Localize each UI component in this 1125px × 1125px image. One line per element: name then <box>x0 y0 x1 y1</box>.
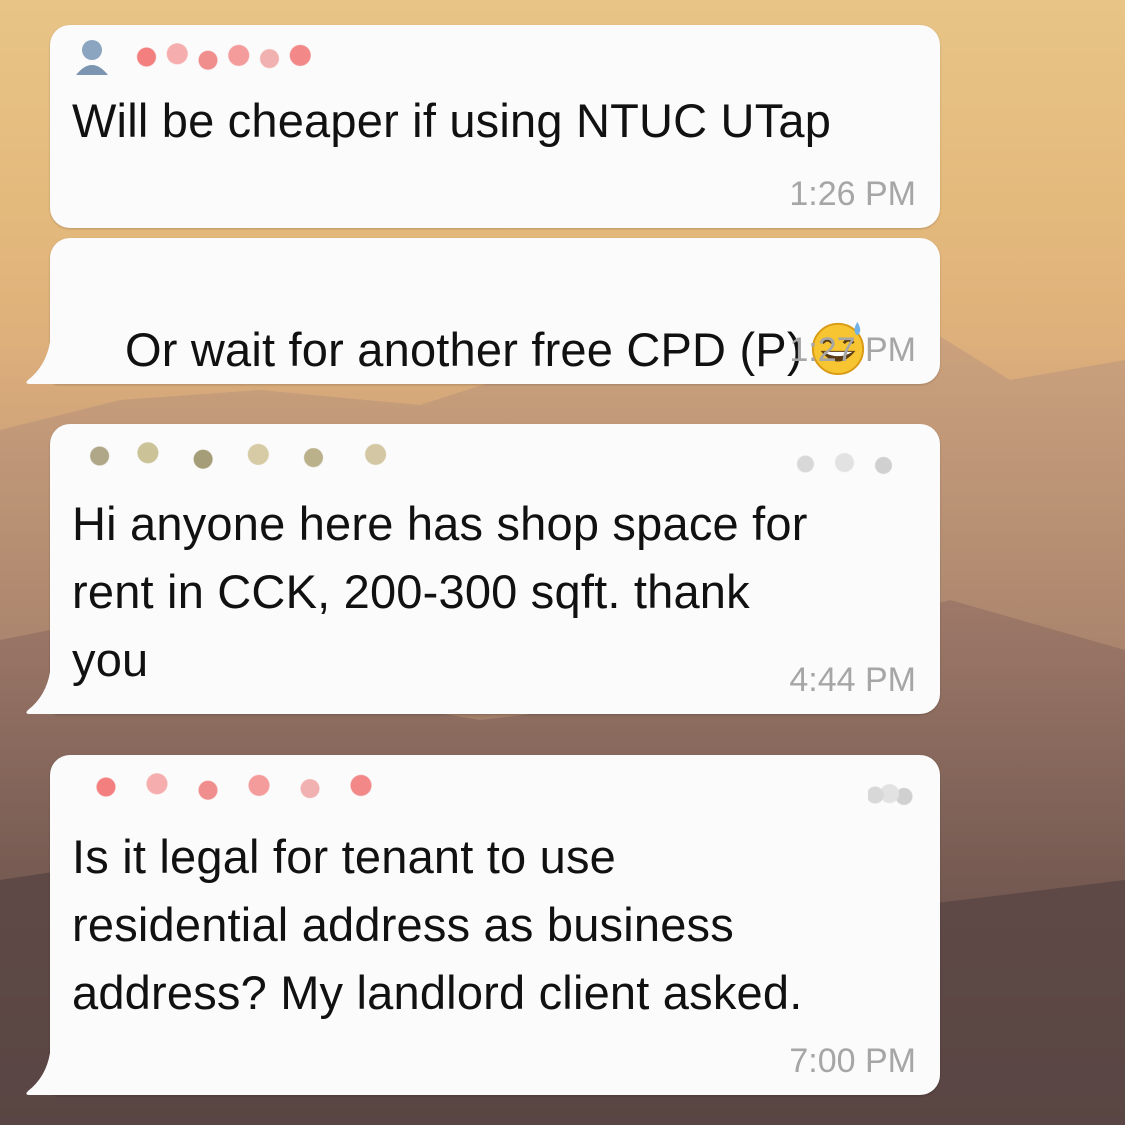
message-bubble[interactable]: Or wait for another free CPD (P) 1:27 PM <box>26 238 940 384</box>
message-text-content: Or wait for another free CPD (P) <box>125 323 803 376</box>
redacted-phone-number <box>868 781 916 809</box>
avatar-icon <box>76 40 108 75</box>
redacted-sender-name <box>126 41 331 73</box>
sender-row <box>72 37 331 77</box>
bubble-tail <box>26 1053 64 1095</box>
bubble-tail <box>26 342 64 384</box>
sender-row <box>72 767 412 807</box>
message-text: Is it legal for tenant to use residentia… <box>72 830 803 1019</box>
message-timestamp: 1:27 PM <box>789 331 916 369</box>
redacted-sender-name <box>72 771 412 803</box>
message-bubble[interactable]: Is it legal for tenant to use residentia… <box>26 755 940 1095</box>
bubble-tail <box>26 672 64 714</box>
message-text: Will be cheaper if using NTUC UTap <box>72 94 832 147</box>
redacted-sender-name <box>72 440 417 472</box>
sender-row <box>72 436 417 476</box>
message-timestamp: 4:44 PM <box>789 661 916 699</box>
message-timestamp: 7:00 PM <box>789 1042 916 1080</box>
message-timestamp: 1:26 PM <box>789 175 916 213</box>
message-bubble[interactable]: Hi anyone here has shop space for rent i… <box>26 424 940 714</box>
redacted-phone-number <box>786 450 916 478</box>
message-bubble[interactable]: Will be cheaper if using NTUC UTap 1:26 … <box>50 25 940 228</box>
